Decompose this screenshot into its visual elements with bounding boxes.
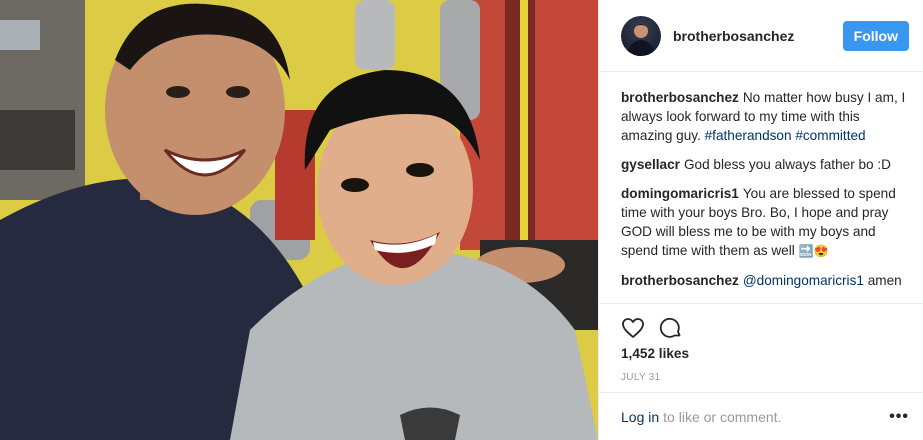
caption-comment: brotherbosanchez No matter how busy I am,… bbox=[621, 88, 909, 145]
comment-bubble-icon[interactable] bbox=[659, 316, 683, 340]
post-header: brotherbosanchez Follow bbox=[599, 0, 923, 72]
post-details-panel: brotherbosanchez Follow brotherbosanchez… bbox=[598, 0, 923, 440]
photo-illustration bbox=[0, 0, 598, 440]
comment-username-link[interactable]: brotherbosanchez bbox=[621, 90, 739, 105]
comments-list: brotherbosanchez No matter how busy I am,… bbox=[599, 72, 923, 304]
comment-item: brotherbosanchez @domingomaricris1 amen bbox=[621, 271, 909, 290]
login-link[interactable]: Log in bbox=[621, 409, 659, 425]
comment-item: domingomaricris1 You are blessed to spend… bbox=[621, 184, 909, 261]
likes-count[interactable]: 1,452 likes bbox=[599, 342, 923, 366]
ellipsis-icon[interactable]: ••• bbox=[889, 408, 909, 426]
hashtag-link[interactable]: #committed bbox=[795, 128, 865, 143]
action-bar bbox=[599, 304, 923, 342]
comment-username-link[interactable]: brotherbosanchez bbox=[621, 273, 739, 288]
comment-text: God bless you always father bo :D bbox=[683, 157, 891, 172]
post-footer: Log in to like or comment. ••• bbox=[599, 392, 923, 440]
comment-username-link[interactable]: domingomaricris1 bbox=[621, 186, 739, 201]
comment-text: amen bbox=[867, 273, 902, 288]
mention-link[interactable]: @domingomaricris1 bbox=[743, 273, 864, 288]
login-prompt-text: to like or comment. bbox=[663, 408, 782, 425]
heart-icon[interactable] bbox=[621, 316, 645, 340]
post-photo[interactable] bbox=[0, 0, 598, 440]
header-username-link[interactable]: brotherbosanchez bbox=[673, 28, 843, 44]
follow-button[interactable]: Follow bbox=[842, 20, 909, 51]
post-date[interactable]: JULY 31 bbox=[599, 366, 923, 390]
avatar[interactable] bbox=[621, 15, 661, 56]
avatar-image-icon bbox=[627, 23, 655, 56]
comment-item: gysellacr God bless you always father bo … bbox=[621, 155, 909, 174]
hashtag-link[interactable]: #fatherandson bbox=[705, 128, 792, 143]
emoji: 🔜😍 bbox=[798, 244, 829, 258]
comment-username-link[interactable]: gysellacr bbox=[621, 157, 680, 172]
